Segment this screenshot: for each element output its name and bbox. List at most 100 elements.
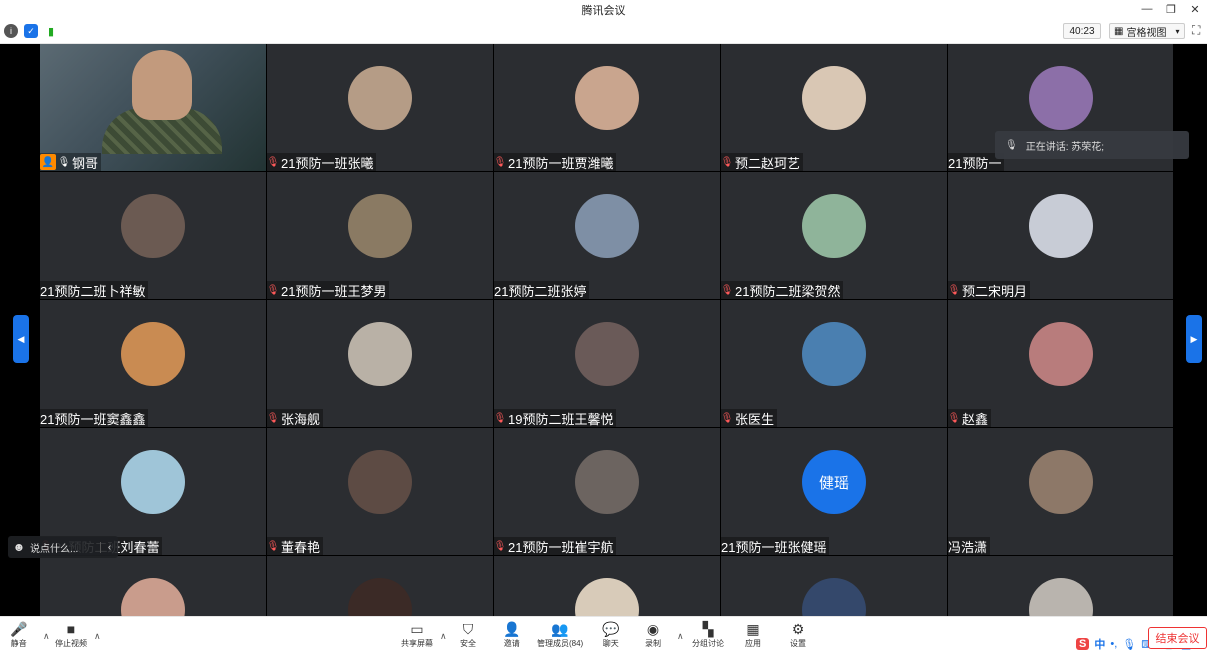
breakout-icon: ▚ [702, 621, 714, 637]
participant-tile[interactable] [721, 556, 947, 616]
next-page-arrow-icon[interactable]: ▶ [1186, 315, 1202, 363]
participant-name-bar: 🎙 21预防一班崔宇航 [494, 537, 617, 555]
view-mode-select[interactable]: ▦ 宫格视图 ▾ [1109, 23, 1185, 39]
signal-icon[interactable]: ▮ [44, 24, 58, 38]
security-button[interactable]: ⛉ 安全 [460, 620, 476, 649]
participant-name-bar: 21预防二班张婷 [494, 281, 590, 299]
window-title: 腾讯会议 [581, 5, 626, 17]
muted-mic-icon: 🎙 [493, 156, 507, 168]
mute-button[interactable]: 🎤 静音 [10, 620, 27, 649]
manage-members-button[interactable]: 👥 管理成员(84) [537, 620, 583, 649]
end-meeting-button[interactable]: 结束会议 [1148, 627, 1207, 649]
participant-name: 21预防一班王梦男 [281, 283, 387, 299]
mute-label: 静音 [10, 639, 27, 648]
participant-name: 21预防一班贾潍曦 [508, 155, 614, 171]
video-options-chevron-icon[interactable]: ∧ [94, 631, 101, 642]
participant-tile[interactable]: 🎙 董春艳 [267, 428, 493, 555]
speaking-text: 正在讲话: 苏荣花; [1025, 141, 1105, 153]
participant-name: 预二赵珂艺 [735, 155, 801, 171]
participant-tile[interactable]: 🎙 预二赵珂艺 [721, 44, 947, 171]
chat-button[interactable]: 💬 聊天 [602, 620, 619, 649]
participant-tile[interactable] [494, 556, 720, 616]
apps-label: 应用 [745, 639, 761, 648]
restore-icon[interactable]: ❐ [1159, 0, 1183, 18]
title-bar: 腾讯会议 — ❐ ✕ [0, 0, 1207, 18]
stop-video-button[interactable]: ■ 停止视频 [55, 620, 87, 649]
prev-page-arrow-icon[interactable]: ◀ [13, 315, 29, 363]
ime-language[interactable]: 中 [1094, 636, 1105, 652]
participant-tile[interactable]: 21预防二班卜祥敏 [40, 172, 266, 299]
participant-tile[interactable]: 🎙 预二宋明月 [948, 172, 1173, 299]
avatar [348, 578, 412, 616]
participant-tile[interactable]: 🎙 19预防二班王馨悦 [494, 300, 720, 427]
meeting-timer: 40:23 [1063, 23, 1101, 39]
avatar [802, 66, 866, 130]
participant-tile[interactable]: 🎙 21预防一班贾潍曦 [494, 44, 720, 171]
fullscreen-icon[interactable]: ⛶ [1192, 23, 1206, 37]
participant-name-bar: 🎙 张医生 [721, 409, 778, 427]
participant-tile[interactable]: 🎙 赵鑫 [948, 300, 1173, 427]
record-button[interactable]: ◉ 录制 [645, 620, 661, 649]
participant-tile[interactable]: 🎙 张医生 [721, 300, 947, 427]
avatar [348, 322, 412, 386]
punctuation-icon[interactable]: •, [1110, 638, 1117, 650]
invite-label: 邀请 [503, 639, 520, 648]
muted-mic-icon: 🎙 [947, 412, 961, 424]
participant-name-bar: 🎙 董春艳 [267, 537, 324, 555]
stop-video-label: 停止视频 [55, 639, 87, 648]
participant-tile[interactable]: 🎙 21预防一班张曦 [267, 44, 493, 171]
chevron-down-icon: ▾ [1175, 26, 1180, 36]
info-icon[interactable]: i [4, 24, 18, 38]
share-options-chevron-icon[interactable]: ∧ [440, 631, 447, 642]
participant-tile[interactable]: 👤 🎙 钢哥 [40, 44, 266, 171]
participant-name: 21预防二班梁贺然 [735, 283, 841, 299]
avatar [802, 194, 866, 258]
muted-mic-icon: 🎙 [720, 156, 734, 168]
record-options-chevron-icon[interactable]: ∧ [677, 631, 684, 642]
participant-tile[interactable]: 冯浩潇 [948, 428, 1173, 555]
security-icon: ⛉ [462, 621, 474, 637]
participant-tile[interactable] [948, 556, 1173, 616]
apps-icon: ▦ [746, 621, 760, 637]
collapse-icon[interactable]: ‹ [100, 541, 118, 553]
share-screen-button[interactable]: ▭ 共享屏幕 [401, 620, 433, 649]
participant-tile[interactable]: 健瑶 21预防一班张健瑶 [721, 428, 947, 555]
avatar [575, 194, 639, 258]
participant-name: 预二宋明月 [962, 283, 1028, 299]
participant-tile[interactable] [267, 556, 493, 616]
breakout-button[interactable]: ▚ 分组讨论 [692, 620, 724, 649]
emoji-icon[interactable]: ☻ [8, 540, 30, 554]
participant-name: 张医生 [735, 411, 775, 427]
sogou-icon[interactable]: S [1076, 638, 1090, 650]
participant-tile[interactable]: 21预防一班窦鑫鑫 [40, 300, 266, 427]
participant-name-bar: 21预防一班窦鑫鑫 [40, 409, 149, 427]
participant-name-bar: 冯浩潇 [948, 537, 991, 555]
participant-tile[interactable]: 🎙 张海舰 [267, 300, 493, 427]
participant-name-bar: 21预防二班卜祥敏 [40, 281, 149, 299]
close-icon[interactable]: ✕ [1183, 0, 1207, 18]
invite-button[interactable]: 👤 邀请 [503, 620, 520, 649]
quick-chat-box[interactable]: ☻ 说点什么... ‹ [8, 536, 118, 558]
participant-name: 21预防一 [948, 155, 1002, 171]
participant-tile[interactable]: 21预防二班张婷 [494, 172, 720, 299]
video-grid: 👤 🎙 钢哥 🎙 21预防一班张曦 🎙 21预防一班贾潍曦 🎙 预二赵珂艺 21预防一 21预防二班… [40, 44, 1173, 616]
participant-tile[interactable]: 🎙 21预防二班梁贺然 [721, 172, 947, 299]
participant-tile[interactable] [40, 556, 266, 616]
avatar [121, 194, 185, 258]
shield-icon[interactable]: ✓ [24, 24, 38, 38]
view-mode-label: 宫格视图 [1126, 27, 1167, 39]
avatar [1029, 578, 1093, 616]
apps-button[interactable]: ▦ 应用 [745, 620, 761, 649]
participant-tile[interactable]: 🎙 21预防一班王梦男 [267, 172, 493, 299]
members-icon: 👥 [551, 621, 569, 637]
participant-name: 21预防一班张健瑶 [721, 539, 827, 555]
participant-name-bar: 🎙 19预防二班王馨悦 [494, 409, 617, 427]
participant-tile[interactable]: 🎙 21预防一班崔宇航 [494, 428, 720, 555]
settings-button[interactable]: ⚙ 设置 [790, 620, 806, 649]
voice-icon[interactable]: 🎙 [1122, 638, 1136, 651]
minimize-icon[interactable]: — [1135, 0, 1159, 18]
chat-placeholder[interactable]: 说点什么... [30, 540, 100, 555]
avatar [1029, 66, 1093, 130]
breakout-label: 分组讨论 [692, 639, 724, 648]
mic-options-chevron-icon[interactable]: ∧ [43, 631, 50, 642]
